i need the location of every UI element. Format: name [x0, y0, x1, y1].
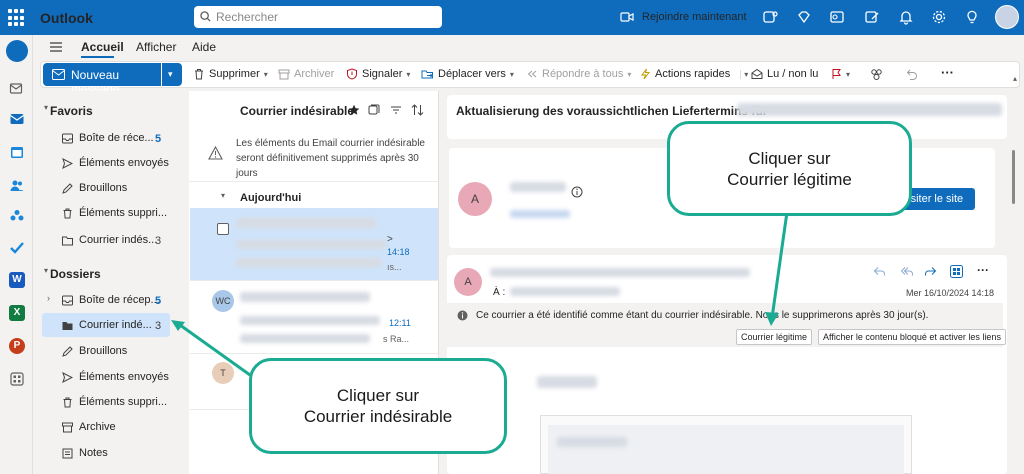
- callout-not-junk: Cliquer sur Courrier légitime: [667, 121, 912, 216]
- callout-junk-folder: Cliquer sur Courrier indésirable: [249, 358, 507, 454]
- annotation-arrows: [171, 211, 789, 377]
